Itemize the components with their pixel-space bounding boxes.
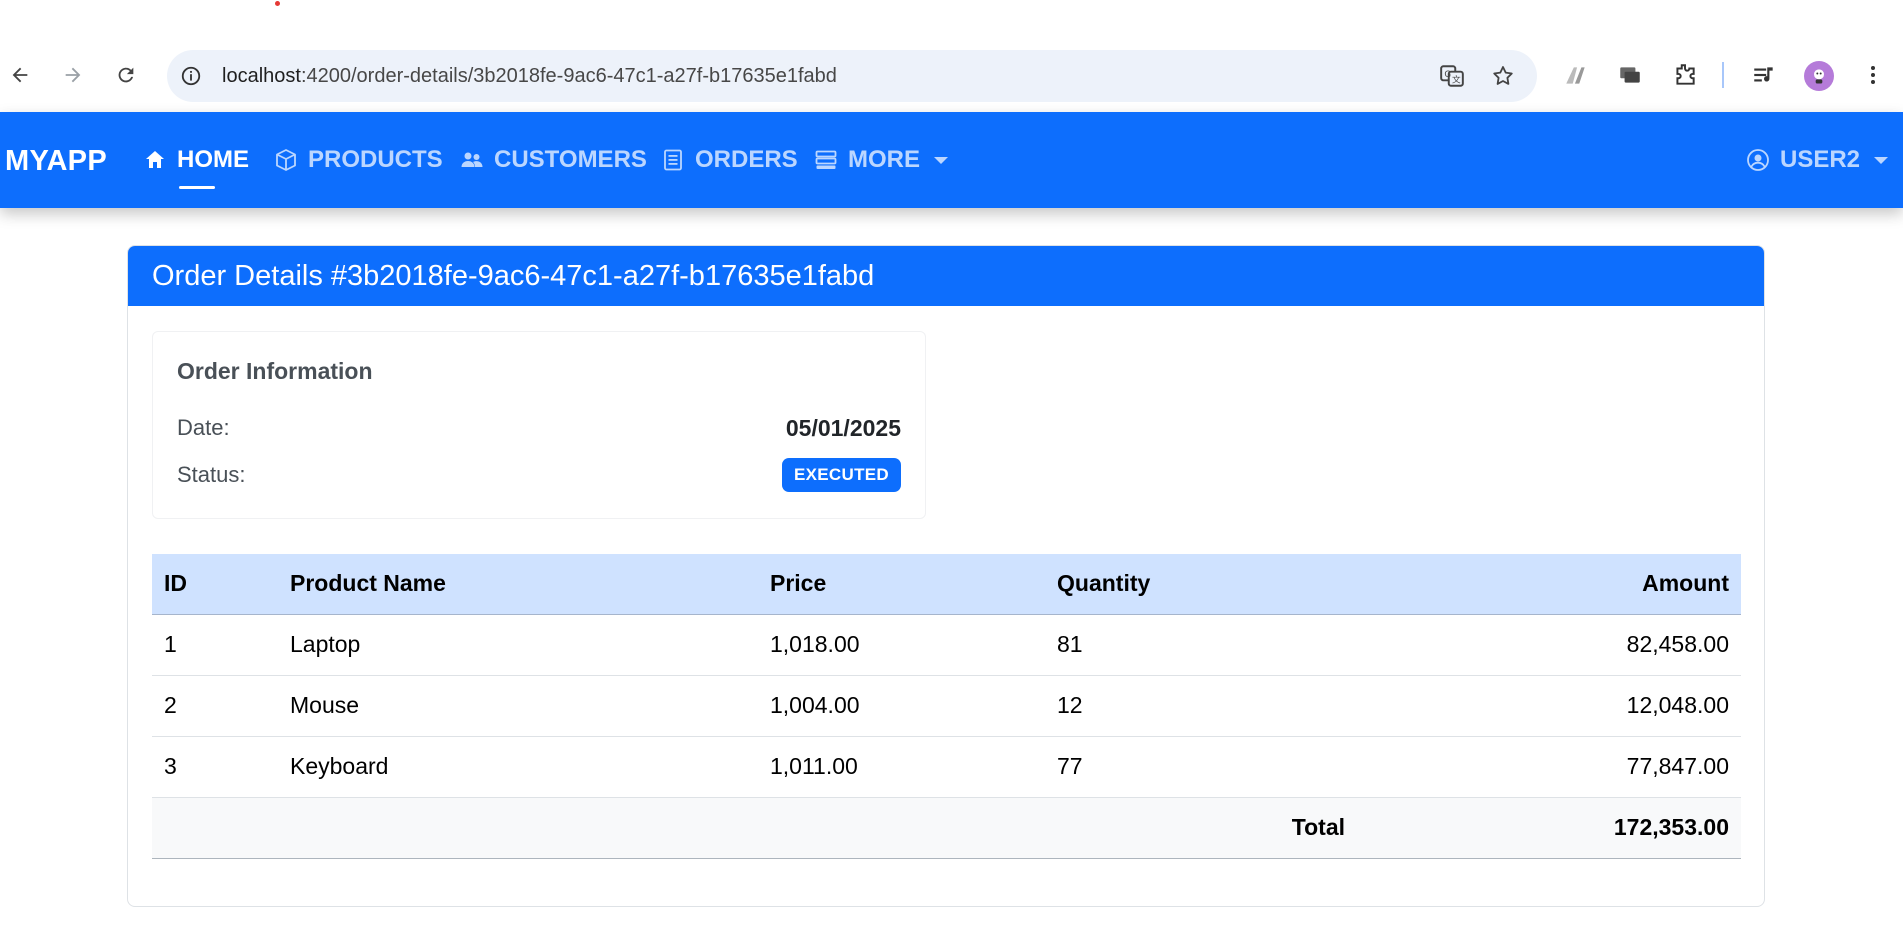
cell-quantity: 77 bbox=[1045, 736, 1375, 798]
column-header-amount: Amount bbox=[1375, 554, 1741, 615]
cell-product-name: Laptop bbox=[278, 614, 758, 676]
table-total-row: Total 172,353.00 bbox=[152, 797, 1741, 859]
order-date-row: Date: 05/01/2025 bbox=[177, 413, 901, 443]
nav-customers-label: CUSTOMERS bbox=[494, 146, 647, 173]
cell-amount: 12,048.00 bbox=[1375, 675, 1741, 737]
nav-home-label: HOME bbox=[177, 146, 249, 173]
user-circle-icon bbox=[1747, 149, 1769, 171]
cell-id: 2 bbox=[152, 675, 278, 737]
extension-screen-icon[interactable] bbox=[1615, 60, 1645, 90]
users-icon bbox=[461, 152, 483, 167]
app-navbar: MYAPP HOME PRODUCTS CUSTOMERS ORDERS MOR… bbox=[0, 112, 1903, 208]
brand-logo[interactable]: MYAPP bbox=[5, 145, 107, 178]
empty-cell bbox=[152, 797, 278, 859]
chevron-down-icon bbox=[1874, 156, 1889, 164]
chevron-down-icon bbox=[934, 156, 948, 164]
document-icon bbox=[664, 149, 682, 171]
address-bar[interactable]: localhost:4200/order-details/3b2018fe-9a… bbox=[167, 50, 1537, 102]
nav-home[interactable]: HOME bbox=[143, 145, 249, 175]
table-row: 3 Keyboard 1,011.00 77 77,847.00 bbox=[152, 736, 1741, 798]
browser-menu-icon[interactable] bbox=[1858, 60, 1888, 90]
stack-icon bbox=[815, 150, 837, 169]
order-date-value: 05/01/2025 bbox=[785, 414, 901, 441]
back-button[interactable] bbox=[3, 58, 37, 92]
column-header-id: ID bbox=[152, 554, 278, 615]
media-controls-icon[interactable] bbox=[1749, 60, 1779, 90]
order-information-heading: Order Information bbox=[177, 358, 373, 384]
browser-chrome: localhost:4200/order-details/3b2018fe-9a… bbox=[0, 0, 1903, 112]
cell-id: 1 bbox=[152, 614, 278, 676]
cell-amount: 77,847.00 bbox=[1375, 736, 1741, 798]
empty-cell bbox=[758, 797, 1045, 859]
column-header-quantity: Quantity bbox=[1045, 554, 1375, 615]
cell-quantity: 81 bbox=[1045, 614, 1375, 676]
order-details-card: Order Details #3b2018fe-9ac6-47c1-a27f-b… bbox=[127, 245, 1765, 907]
profile-avatar[interactable] bbox=[1804, 61, 1834, 91]
order-status-row: Status: EXECUTED bbox=[177, 458, 901, 492]
active-nav-indicator bbox=[179, 186, 215, 189]
empty-cell bbox=[278, 797, 758, 859]
cell-quantity: 12 bbox=[1045, 675, 1375, 737]
box-icon bbox=[276, 149, 296, 171]
site-info-icon[interactable] bbox=[179, 64, 203, 88]
order-status-label: Status: bbox=[177, 462, 246, 487]
order-items-table: ID Product Name Price Quantity Amount 1 … bbox=[152, 554, 1741, 859]
cell-product-name: Keyboard bbox=[278, 736, 758, 798]
table-row: 1 Laptop 1,018.00 81 82,458.00 bbox=[152, 614, 1741, 676]
reload-button[interactable] bbox=[109, 58, 143, 92]
page-title: Order Details #3b2018fe-9ac6-47c1-a27f-b… bbox=[152, 259, 875, 292]
profile-face-icon bbox=[1814, 69, 1824, 84]
nav-products[interactable]: PRODUCTS bbox=[274, 145, 443, 175]
table-row: 2 Mouse 1,004.00 12 12,048.00 bbox=[152, 675, 1741, 737]
cell-id: 3 bbox=[152, 736, 278, 798]
url-path: :4200/order-details/3b2018fe-9ac6-47c1-a… bbox=[300, 65, 837, 87]
nav-products-label: PRODUCTS bbox=[308, 146, 443, 173]
forward-button[interactable] bbox=[56, 58, 90, 92]
cell-price: 1,011.00 bbox=[758, 736, 1045, 798]
order-information-panel: Order Information Date: 05/01/2025 Statu… bbox=[152, 331, 926, 519]
order-date-label: Date: bbox=[177, 415, 230, 440]
total-value: 172,353.00 bbox=[1375, 797, 1741, 859]
cell-price: 1,018.00 bbox=[758, 614, 1045, 676]
arrow-left-icon bbox=[12, 67, 28, 83]
nav-more-label: MORE bbox=[848, 146, 920, 173]
status-badge: EXECUTED bbox=[782, 458, 901, 492]
bookmark-star-icon[interactable] bbox=[1489, 62, 1517, 90]
home-icon bbox=[146, 151, 164, 168]
extensions-puzzle-icon[interactable] bbox=[1670, 60, 1700, 90]
card-header: Order Details #3b2018fe-9ac6-47c1-a27f-b… bbox=[128, 246, 1764, 306]
column-header-product-name: Product Name bbox=[278, 554, 758, 615]
user-menu-dropdown[interactable]: USER2 bbox=[1746, 145, 1889, 175]
arrow-right-icon bbox=[65, 67, 81, 83]
recording-dot bbox=[275, 1, 280, 6]
reload-icon bbox=[118, 67, 134, 83]
cell-price: 1,004.00 bbox=[758, 675, 1045, 737]
cell-product-name: Mouse bbox=[278, 675, 758, 737]
toolbar-separator bbox=[1722, 62, 1724, 88]
extension-a-icon[interactable] bbox=[1561, 60, 1591, 90]
total-label: Total bbox=[1045, 797, 1375, 859]
user-menu-label: USER2 bbox=[1780, 146, 1861, 173]
cell-amount: 82,458.00 bbox=[1375, 614, 1741, 676]
url-text[interactable]: localhost:4200/order-details/3b2018fe-9a… bbox=[222, 64, 837, 88]
nav-orders-label: ORDERS bbox=[695, 146, 798, 173]
nav-customers[interactable]: CUSTOMERS bbox=[460, 145, 647, 175]
table-header-row: ID Product Name Price Quantity Amount bbox=[152, 554, 1741, 615]
translate-icon[interactable]: G文 bbox=[1438, 62, 1466, 90]
svg-text:文: 文 bbox=[1452, 74, 1461, 86]
nav-orders[interactable]: ORDERS bbox=[661, 145, 798, 175]
column-header-price: Price bbox=[758, 554, 1045, 615]
url-host: localhost bbox=[222, 65, 301, 87]
nav-more-dropdown[interactable]: MORE bbox=[814, 145, 948, 175]
svg-text:G: G bbox=[1444, 70, 1451, 80]
